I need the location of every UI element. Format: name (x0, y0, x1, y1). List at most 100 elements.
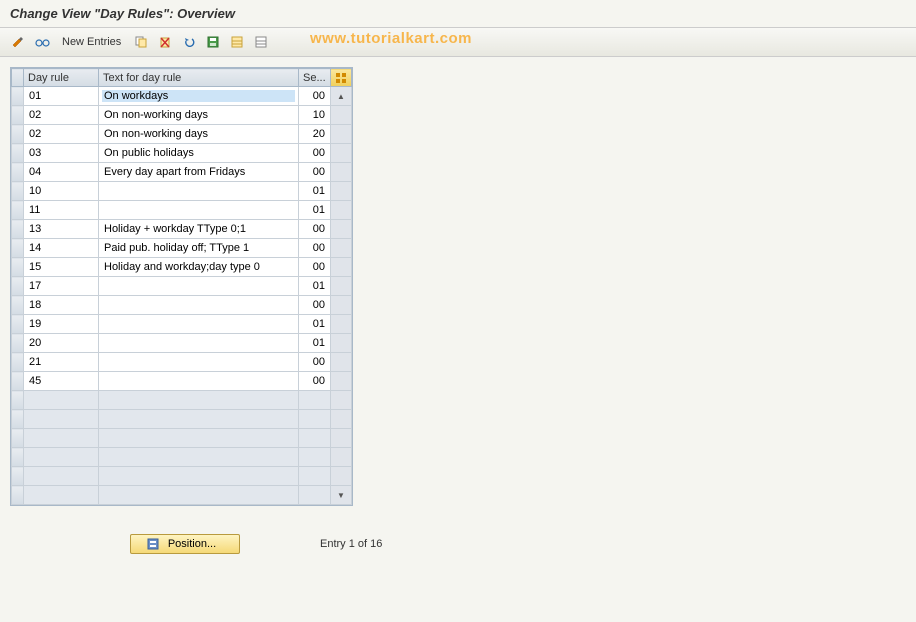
se-input[interactable] (302, 223, 327, 235)
row-selector[interactable] (12, 144, 24, 163)
scrollbar-track[interactable] (331, 239, 352, 258)
deselect-all-icon[interactable] (251, 32, 271, 52)
day-rule-text-input[interactable] (102, 128, 295, 140)
se-input[interactable] (302, 337, 327, 349)
glasses-icon[interactable] (32, 32, 52, 52)
day-rule-input[interactable] (27, 337, 95, 349)
day-rule-text-input[interactable] (102, 375, 295, 387)
se-input[interactable] (302, 280, 327, 292)
day-rule-text-input[interactable] (102, 318, 295, 330)
day-rule-text-input[interactable] (102, 280, 295, 292)
day-rule-text-input[interactable] (102, 337, 295, 349)
scrollbar-track[interactable] (331, 372, 352, 391)
scrollbar-track[interactable] (331, 277, 352, 296)
row-selector[interactable] (12, 106, 24, 125)
row-selector[interactable] (12, 277, 24, 296)
se-input[interactable] (302, 185, 327, 197)
new-entries-button[interactable]: New Entries (56, 34, 127, 50)
row-selector[interactable] (12, 163, 24, 182)
row-selector[interactable] (12, 410, 24, 429)
change-display-icon[interactable] (8, 32, 28, 52)
se-input[interactable] (302, 109, 327, 121)
scroll-up-icon[interactable]: ▲ (331, 87, 352, 106)
position-button[interactable]: Position... (130, 534, 240, 554)
day-rule-input[interactable] (27, 356, 95, 368)
day-rule-text-input[interactable] (102, 204, 295, 216)
scrollbar-track[interactable] (331, 448, 352, 467)
copy-icon[interactable] (131, 32, 151, 52)
day-rule-text-input[interactable] (102, 166, 295, 178)
se-input[interactable] (302, 299, 327, 311)
day-rule-input[interactable] (27, 90, 95, 102)
row-selector[interactable] (12, 467, 24, 486)
day-rule-input[interactable] (27, 223, 95, 235)
day-rule-text-input[interactable] (102, 223, 295, 235)
scrollbar-track[interactable] (331, 467, 352, 486)
scrollbar-track[interactable] (331, 144, 352, 163)
row-selector[interactable] (12, 353, 24, 372)
se-input[interactable] (302, 242, 327, 254)
day-rule-input[interactable] (27, 109, 95, 121)
delete-icon[interactable] (155, 32, 175, 52)
row-selector[interactable] (12, 391, 24, 410)
row-selector[interactable] (12, 486, 24, 505)
se-input[interactable] (302, 147, 327, 159)
row-selector[interactable] (12, 334, 24, 353)
row-selector[interactable] (12, 220, 24, 239)
col-header-day-rule[interactable]: Day rule (24, 69, 99, 87)
scrollbar-track[interactable] (331, 258, 352, 277)
day-rule-input[interactable] (27, 242, 95, 254)
day-rule-input[interactable] (27, 318, 95, 330)
scrollbar-track[interactable] (331, 201, 352, 220)
scrollbar-track[interactable] (331, 334, 352, 353)
se-input[interactable] (302, 375, 327, 387)
row-selector[interactable] (12, 372, 24, 391)
select-all-icon[interactable] (227, 32, 247, 52)
row-selector[interactable] (12, 429, 24, 448)
se-input[interactable] (302, 261, 327, 273)
scrollbar-track[interactable] (331, 125, 352, 144)
se-input[interactable] (302, 90, 327, 102)
day-rule-input[interactable] (27, 147, 95, 159)
scrollbar-track[interactable] (331, 106, 352, 125)
row-selector[interactable] (12, 296, 24, 315)
se-input[interactable] (302, 318, 327, 330)
day-rule-text-input[interactable] (102, 109, 295, 121)
scrollbar-track[interactable] (331, 296, 352, 315)
scrollbar-track[interactable] (331, 163, 352, 182)
day-rule-text-input[interactable] (102, 261, 295, 273)
col-header-text[interactable]: Text for day rule (99, 69, 299, 87)
row-selector[interactable] (12, 239, 24, 258)
day-rule-input[interactable] (27, 261, 95, 273)
scrollbar-track[interactable] (331, 353, 352, 372)
row-selector[interactable] (12, 448, 24, 467)
row-selector[interactable] (12, 182, 24, 201)
scrollbar-track[interactable] (331, 315, 352, 334)
day-rule-text-input[interactable] (102, 242, 295, 254)
se-input[interactable] (302, 356, 327, 368)
day-rule-input[interactable] (27, 299, 95, 311)
col-header-se[interactable]: Se... (299, 69, 331, 87)
day-rule-text-input[interactable] (102, 299, 295, 311)
row-selector[interactable] (12, 258, 24, 277)
se-input[interactable] (302, 204, 327, 216)
save-icon[interactable] (203, 32, 223, 52)
scrollbar-track[interactable] (331, 391, 352, 410)
se-input[interactable] (302, 128, 327, 140)
day-rule-text-input[interactable] (102, 356, 295, 368)
day-rule-text-input[interactable] (102, 185, 295, 197)
row-selector[interactable] (12, 315, 24, 334)
day-rule-text-input[interactable] (102, 90, 295, 102)
scrollbar-track[interactable] (331, 220, 352, 239)
day-rule-input[interactable] (27, 375, 95, 387)
day-rule-input[interactable] (27, 128, 95, 140)
scrollbar-track[interactable] (331, 182, 352, 201)
se-input[interactable] (302, 166, 327, 178)
day-rule-input[interactable] (27, 166, 95, 178)
table-settings-icon[interactable] (331, 69, 352, 87)
row-selector[interactable] (12, 87, 24, 106)
scrollbar-track[interactable] (331, 410, 352, 429)
undo-icon[interactable] (179, 32, 199, 52)
row-selector[interactable] (12, 125, 24, 144)
scrollbar-track[interactable] (331, 429, 352, 448)
